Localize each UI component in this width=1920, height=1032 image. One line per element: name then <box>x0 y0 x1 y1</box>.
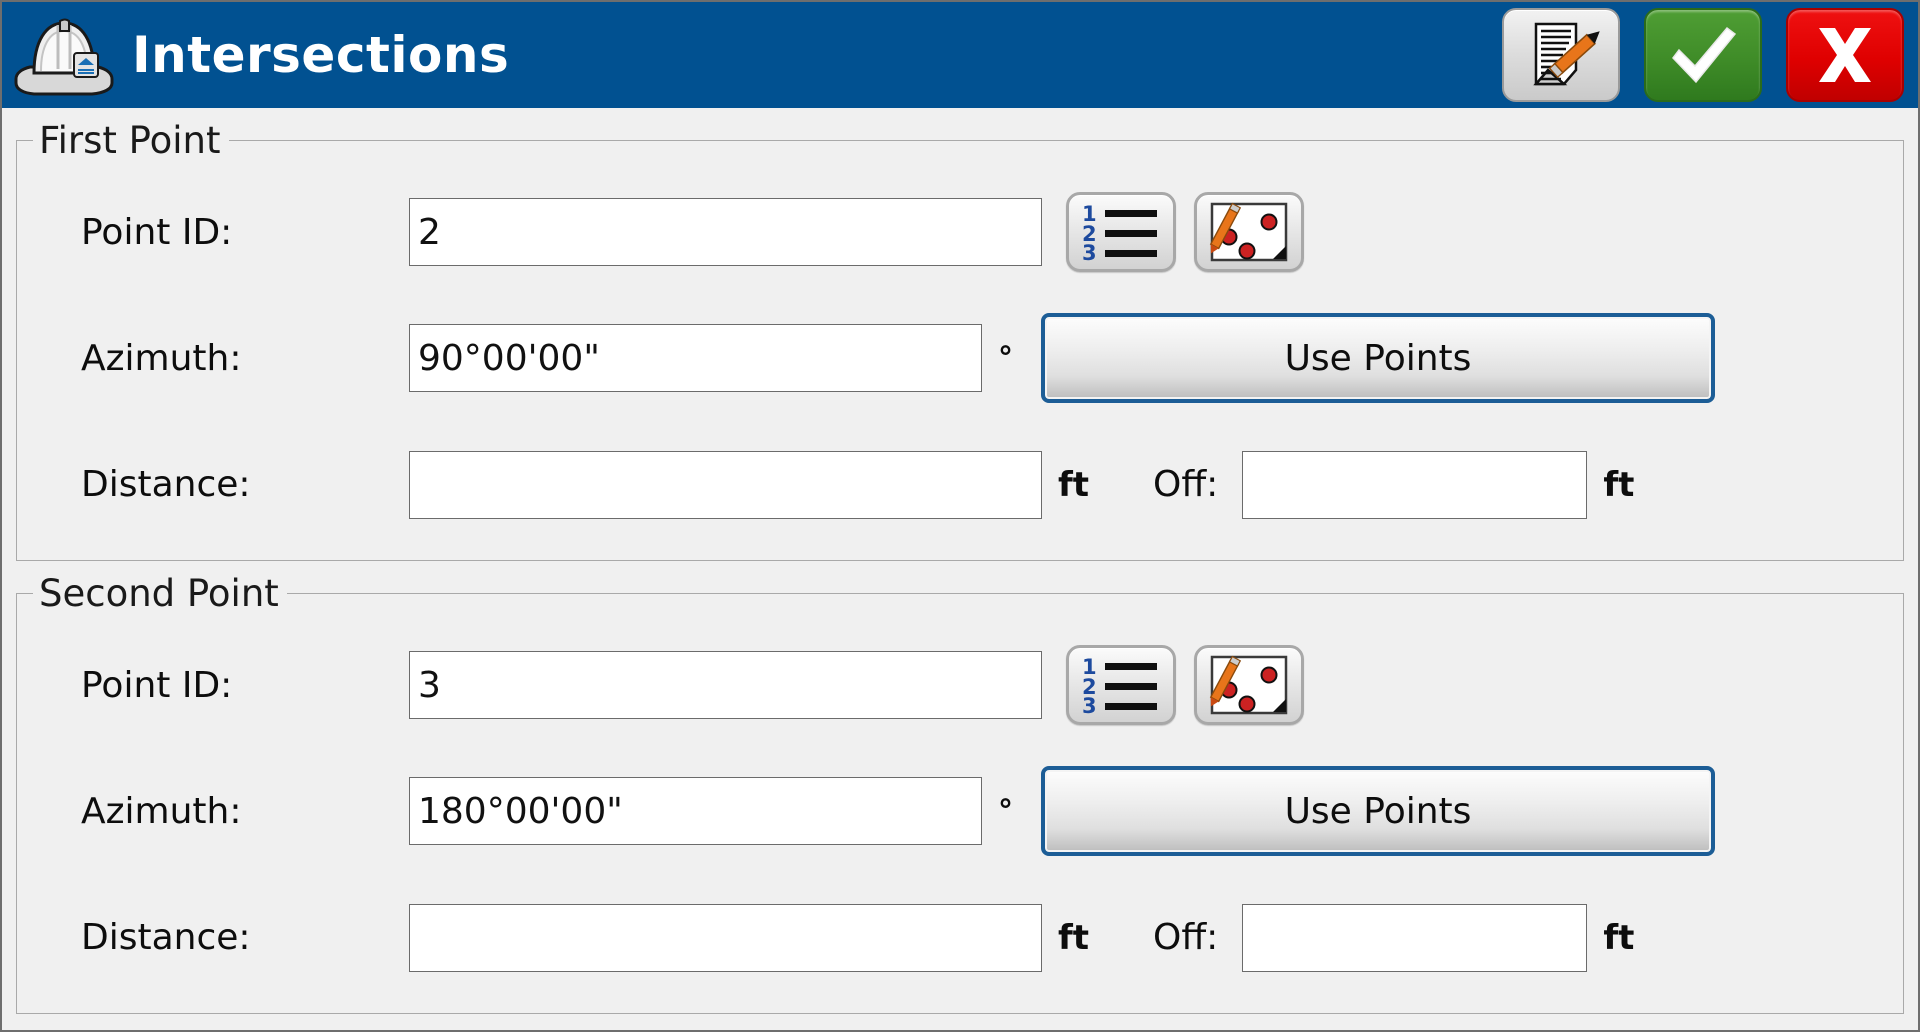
pick-point-from-map-icon <box>1209 202 1288 262</box>
second-azimuth-unit: ° <box>998 793 1013 829</box>
first-point-id-input[interactable]: 2 <box>409 198 1042 267</box>
first-azimuth-unit: ° <box>998 340 1013 376</box>
notes-button[interactable] <box>1502 8 1620 102</box>
first-azimuth-input[interactable]: 90°00'00" <box>409 324 982 393</box>
first-distance-input[interactable] <box>409 450 1042 519</box>
second-offset-unit: ft <box>1603 917 1635 958</box>
cancel-button[interactable] <box>1786 8 1904 102</box>
second-distance-label: Distance: <box>81 917 251 959</box>
second-azimuth-row: Azimuth: 180°00'00" ° Use Points <box>29 766 1891 857</box>
second-distance-row: Distance: ft Off: ft <box>29 898 1891 978</box>
close-x-icon <box>1819 28 1871 82</box>
second-point-id-input[interactable]: 3 <box>409 651 1042 720</box>
svg-text:3: 3 <box>1082 241 1097 261</box>
accept-button[interactable] <box>1644 8 1762 102</box>
first-azimuth-label: Azimuth: <box>81 337 242 379</box>
first-distance-label: Distance: <box>81 464 251 506</box>
second-use-points-button[interactable]: Use Points <box>1041 766 1715 857</box>
second-offset-label: Off: <box>1153 917 1219 959</box>
document-pencil-icon <box>1533 22 1600 86</box>
numbered-list-icon: 1 2 3 <box>1082 203 1157 261</box>
second-point-id-label: Point ID: <box>81 664 233 706</box>
second-point-legend: Second Point <box>39 572 279 615</box>
second-azimuth-input[interactable]: 180°00'00" <box>409 777 982 846</box>
first-use-points-button[interactable]: Use Points <box>1041 313 1715 404</box>
second-azimuth-label: Azimuth: <box>81 790 242 832</box>
first-point-legend: First Point <box>39 119 221 162</box>
second-point-id-list-button[interactable]: 1 2 3 <box>1066 645 1176 726</box>
title-bar: Intersections <box>2 2 1918 108</box>
second-point-id-map-button[interactable] <box>1194 645 1304 726</box>
intersections-window: Intersections First Point Point ID: 2 1 … <box>0 0 1920 1032</box>
page-title: Intersections <box>132 26 510 84</box>
first-point-id-row: Point ID: 2 1 2 3 <box>29 192 1891 273</box>
second-point-group: Second Point Point ID: 3 1 2 3 Azimuth: … <box>16 575 1904 1014</box>
second-point-id-row: Point ID: 3 1 2 3 <box>29 645 1891 726</box>
titlebar-actions <box>1502 8 1908 102</box>
first-point-group: First Point Point ID: 2 1 2 3 Azimuth: 9… <box>16 122 1904 561</box>
second-distance-unit: ft <box>1058 917 1090 958</box>
second-offset-input[interactable] <box>1242 903 1588 972</box>
first-point-id-list-button[interactable]: 1 2 3 <box>1066 192 1176 273</box>
first-offset-unit: ft <box>1603 464 1635 505</box>
first-point-id-label: Point ID: <box>81 211 233 253</box>
numbered-list-icon: 1 2 3 <box>1082 656 1157 714</box>
pick-point-from-map-icon <box>1209 655 1288 715</box>
first-azimuth-row: Azimuth: 90°00'00" ° Use Points <box>29 313 1891 404</box>
first-offset-label: Off: <box>1153 464 1219 506</box>
first-point-id-map-button[interactable] <box>1194 192 1304 273</box>
form-content: First Point Point ID: 2 1 2 3 Azimuth: 9… <box>2 108 1918 1030</box>
first-distance-row: Distance: ft Off: ft <box>29 445 1891 525</box>
hard-hat-icon <box>8 7 120 103</box>
checkmark-icon <box>1672 26 1737 84</box>
second-distance-input[interactable] <box>409 903 1042 972</box>
first-offset-input[interactable] <box>1242 450 1588 519</box>
svg-text:3: 3 <box>1082 694 1097 714</box>
first-distance-unit: ft <box>1058 464 1090 505</box>
